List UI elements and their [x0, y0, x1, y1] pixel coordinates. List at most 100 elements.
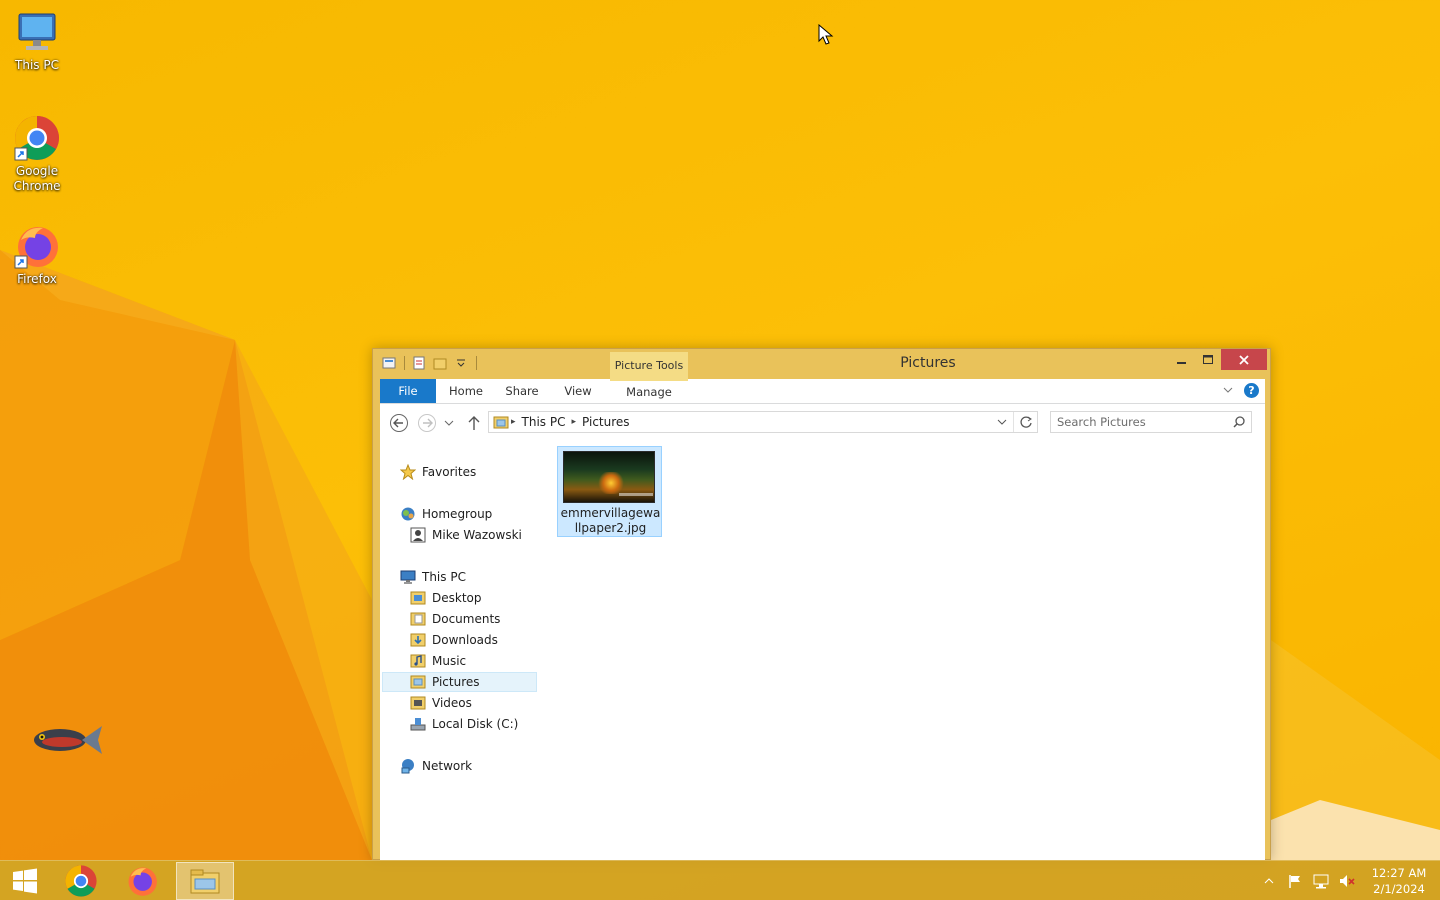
action-center-flag-icon[interactable] — [1284, 870, 1306, 892]
tab-share[interactable]: Share — [496, 379, 548, 403]
nav-item-label: Desktop — [432, 591, 482, 605]
firefox-icon — [13, 222, 61, 270]
maximize-button[interactable] — [1195, 349, 1221, 370]
nav-item-label: Network — [422, 759, 473, 773]
taskbar-file-explorer-button[interactable] — [176, 862, 234, 900]
qat-divider — [476, 356, 477, 370]
music-folder-icon — [410, 653, 426, 669]
up-button[interactable] — [463, 412, 485, 434]
tab-view[interactable]: View — [552, 379, 604, 403]
nav-item-label: Music — [432, 654, 467, 668]
file-item[interactable]: emmervillagewallpaper2.jpg — [557, 446, 662, 537]
search-input[interactable] — [1057, 413, 1229, 431]
recent-locations-button[interactable] — [442, 412, 456, 434]
image-thumbnail — [563, 451, 655, 503]
desktop-folder-icon — [410, 590, 426, 606]
network-tray-icon[interactable] — [1310, 870, 1332, 892]
file-explorer-icon — [190, 869, 220, 894]
nav-item-homegroup-user[interactable]: Mike Wazowski — [410, 525, 522, 545]
navigation-bar: ▸ This PC ▸ Pictures — [380, 404, 1265, 440]
breadcrumb-separator-icon[interactable]: ▸ — [511, 417, 516, 427]
minimize-icon — [1177, 361, 1186, 364]
new-folder-icon[interactable] — [432, 355, 448, 371]
nav-item-downloads[interactable]: Downloads — [410, 630, 498, 650]
properties-icon[interactable] — [411, 355, 427, 371]
explorer-client-area: File Home Share View Manage ? ▸ This PC … — [380, 379, 1265, 860]
address-bar[interactable]: ▸ This PC ▸ Pictures — [488, 411, 1038, 433]
window-menu-icon[interactable] — [381, 355, 397, 371]
chrome-icon — [13, 114, 61, 162]
tab-file[interactable]: File — [380, 379, 436, 403]
desktop-icon-label: Firefox — [17, 272, 57, 286]
taskbar-chrome-button[interactable] — [52, 862, 110, 900]
breadcrumb-this-pc[interactable]: This PC — [522, 415, 566, 429]
forward-arrow-icon — [418, 414, 436, 432]
search-icon[interactable] — [1229, 412, 1249, 432]
breadcrumb-separator-icon[interactable]: ▸ — [571, 417, 576, 427]
refresh-button[interactable] — [1013, 412, 1037, 432]
nav-item-label: Homegroup — [422, 507, 493, 521]
star-icon — [400, 464, 416, 480]
nav-item-desktop[interactable]: Desktop — [410, 588, 482, 608]
qat-divider — [404, 356, 405, 370]
downloads-folder-icon — [410, 632, 426, 648]
nav-item-documents[interactable]: Documents — [410, 609, 500, 629]
nav-item-homegroup[interactable]: Homegroup — [400, 504, 492, 524]
back-arrow-icon — [390, 414, 408, 432]
network-icon — [400, 758, 416, 774]
close-button[interactable] — [1221, 349, 1267, 370]
search-box[interactable] — [1050, 411, 1252, 433]
forward-button[interactable] — [416, 412, 438, 434]
computer-icon — [400, 569, 416, 585]
start-button[interactable] — [0, 862, 50, 900]
homegroup-icon — [400, 506, 416, 522]
desktop-icon-label: Google Chrome — [13, 164, 61, 193]
tab-home[interactable]: Home — [440, 379, 492, 403]
file-name: emmervillagewallpaper2.jpg — [560, 506, 661, 535]
windows-logo-icon — [13, 868, 37, 894]
nav-item-label: Local Disk (C:) — [432, 717, 519, 731]
nav-item-pictures[interactable]: Pictures — [410, 672, 480, 692]
taskbar-firefox-button[interactable] — [113, 862, 171, 900]
back-button[interactable] — [388, 412, 410, 434]
nav-item-local-disk[interactable]: Local Disk (C:) — [410, 714, 518, 734]
address-dropdown-button[interactable] — [995, 415, 1009, 429]
chevron-down-icon — [444, 420, 454, 426]
minimize-button[interactable] — [1169, 349, 1195, 370]
refresh-icon — [1019, 416, 1032, 428]
help-icon[interactable]: ? — [1244, 383, 1259, 398]
maximize-icon — [1203, 354, 1213, 364]
nav-item-music[interactable]: Music — [410, 651, 466, 671]
up-arrow-icon — [468, 416, 480, 430]
file-explorer-window[interactable]: Picture Tools Pictures File Home Share V… — [372, 348, 1271, 860]
ribbon-tab-bar: File Home Share View Manage ? — [380, 379, 1265, 404]
file-list-area[interactable]: emmervillagewallpaper2.jpg — [550, 445, 1265, 860]
nav-item-label: Downloads — [432, 633, 498, 647]
show-hidden-icons-chevron-icon[interactable] — [1258, 870, 1280, 892]
nav-item-label: Pictures — [432, 675, 480, 689]
contextual-tab-group-label: Picture Tools — [610, 352, 688, 379]
nav-item-label: This PC — [422, 570, 466, 584]
clock-date: 2/1/2024 — [1373, 882, 1425, 896]
pictures-folder-icon — [410, 674, 426, 690]
desktop-icon-google-chrome[interactable]: Google Chrome — [0, 114, 74, 194]
mouse-cursor-icon — [818, 23, 834, 49]
desktop-icon-firefox[interactable]: Firefox — [0, 222, 74, 287]
nav-item-videos[interactable]: Videos — [410, 693, 472, 713]
nav-item-this-pc[interactable]: This PC — [400, 567, 466, 587]
fish-gadget-icon[interactable] — [30, 718, 104, 761]
desktop-icon-this-pc[interactable]: This PC — [0, 8, 74, 73]
breadcrumb-pictures[interactable]: Pictures — [582, 415, 630, 429]
volume-muted-icon[interactable] — [1336, 870, 1358, 892]
title-bar[interactable]: Picture Tools Pictures — [373, 349, 1270, 379]
tab-manage[interactable]: Manage — [610, 379, 688, 403]
computer-icon — [13, 8, 61, 56]
taskbar-clock[interactable]: 12:27 AM 2/1/2024 — [1364, 865, 1434, 897]
nav-item-favorites[interactable]: Favorites — [400, 462, 476, 482]
nav-item-network[interactable]: Network — [400, 756, 472, 776]
nav-item-label: Favorites — [422, 465, 477, 479]
customize-qat-icon[interactable] — [453, 355, 469, 371]
quick-access-toolbar — [381, 355, 483, 371]
nav-item-label: Mike Wazowski — [432, 528, 522, 542]
expand-ribbon-chevron-icon[interactable] — [1222, 384, 1234, 398]
